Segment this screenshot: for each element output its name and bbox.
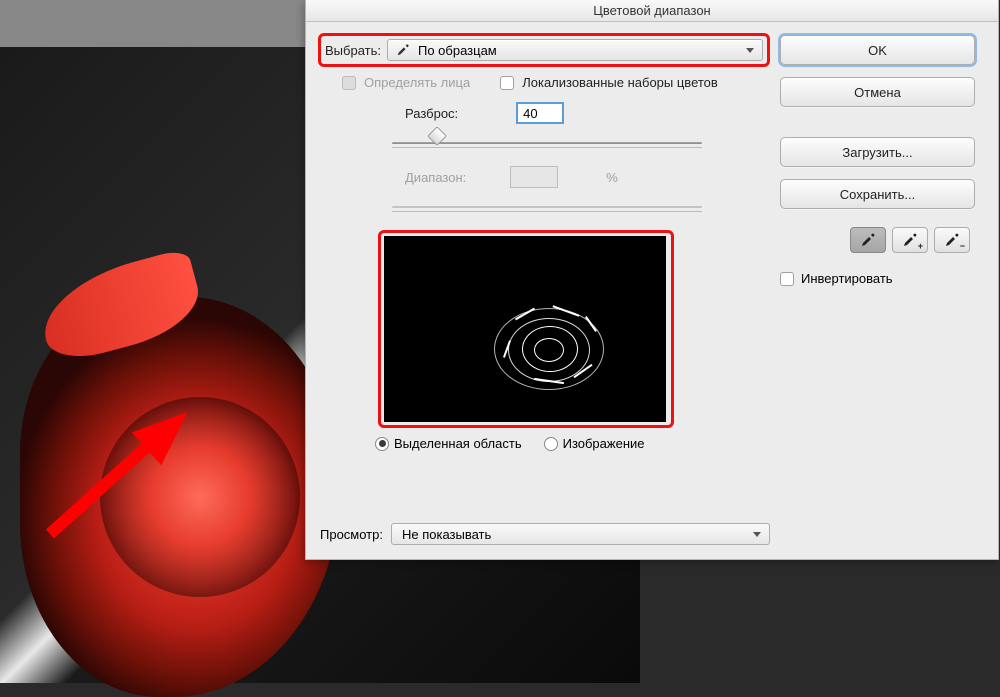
- preview-highlight-annotation: [378, 230, 674, 428]
- fuzziness-label: Разброс:: [405, 106, 458, 121]
- detect-faces-checkbox: [342, 76, 356, 90]
- selection-preview[interactable]: [384, 236, 666, 422]
- radio-off-icon: [544, 437, 558, 451]
- chevron-down-icon: [753, 532, 761, 537]
- radio-on-icon: [375, 437, 389, 451]
- app-background-top: [0, 0, 305, 47]
- ok-button[interactable]: OK: [780, 35, 975, 65]
- fuzziness-slider[interactable]: [392, 132, 702, 156]
- range-input: [510, 166, 558, 188]
- preview-mask: [494, 308, 614, 398]
- cancel-button[interactable]: Отмена: [780, 77, 975, 107]
- radio-selection[interactable]: Выделенная область: [375, 436, 522, 451]
- select-value: По образцам: [418, 43, 497, 58]
- rose-image: [20, 297, 340, 697]
- select-highlight-annotation: Выбрать: По образцам: [318, 33, 770, 67]
- localized-checkbox[interactable]: [500, 76, 514, 90]
- plus-icon: +: [918, 241, 923, 251]
- detect-faces-label: Определять лица: [364, 75, 470, 90]
- select-label: Выбрать:: [325, 43, 381, 58]
- invert-label: Инвертировать: [801, 271, 893, 286]
- eyedropper-add-button[interactable]: +: [892, 227, 928, 253]
- save-button[interactable]: Сохранить...: [780, 179, 975, 209]
- eyedropper-button[interactable]: [850, 227, 886, 253]
- range-unit: %: [606, 170, 618, 185]
- load-button[interactable]: Загрузить...: [780, 137, 975, 167]
- preview-select-label: Просмотр:: [320, 527, 383, 542]
- color-range-dialog: Цветовой диапазон Выбрать: По образцам О…: [305, 0, 999, 560]
- chevron-down-icon: [746, 48, 754, 53]
- localized-label: Локализованные наборы цветов: [522, 75, 718, 90]
- invert-checkbox[interactable]: [780, 272, 794, 286]
- eyedropper-icon: [396, 43, 410, 60]
- minus-icon: −: [960, 241, 965, 251]
- range-label: Диапазон:: [405, 170, 466, 185]
- range-slider: [392, 196, 702, 220]
- dialog-title: Цветовой диапазон: [306, 0, 998, 22]
- fuzziness-input[interactable]: [516, 102, 564, 124]
- select-dropdown[interactable]: По образцам: [387, 39, 763, 61]
- eyedropper-subtract-button[interactable]: −: [934, 227, 970, 253]
- preview-select[interactable]: Не показывать: [391, 523, 770, 545]
- radio-image[interactable]: Изображение: [544, 436, 645, 451]
